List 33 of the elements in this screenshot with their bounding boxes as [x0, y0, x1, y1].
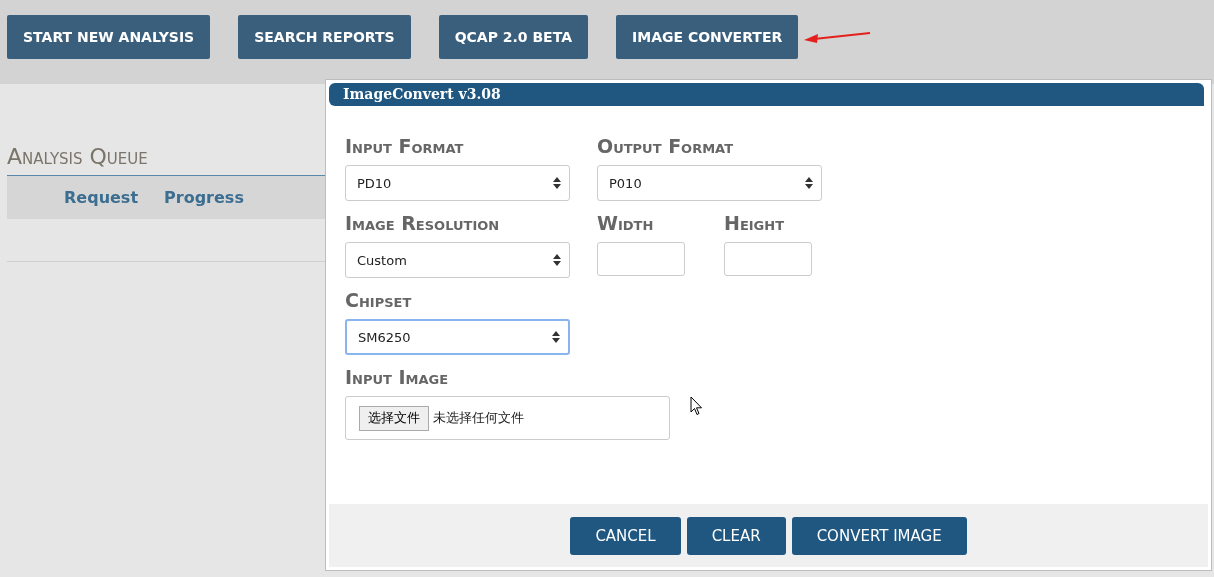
- sort-icon: [552, 331, 560, 343]
- field-label: Width: [597, 211, 655, 235]
- sort-icon: [553, 177, 561, 189]
- field-label: Input Format: [345, 134, 465, 158]
- nav-button[interactable]: START NEW ANALYSIS: [7, 15, 211, 59]
- select-field[interactable]: P010: [597, 165, 822, 201]
- choose-file-button[interactable]: 选择文件: [359, 405, 429, 431]
- field-label: Height: [724, 211, 786, 235]
- input-field[interactable]: [597, 242, 685, 276]
- file-field[interactable]: 选择文件 未选择任何文件: [345, 396, 670, 440]
- dialog-button[interactable]: CLEAR: [686, 516, 786, 555]
- file-status: 未选择任何文件: [433, 409, 524, 427]
- nav-button[interactable]: QCAP 2.0 BETA: [438, 15, 588, 59]
- field-label: Input Image: [345, 365, 450, 389]
- select-field[interactable]: Custom: [345, 242, 570, 278]
- sort-icon: [553, 254, 561, 266]
- field-label: Output Format: [597, 134, 735, 158]
- nav-button[interactable]: SEARCH REPORTS: [238, 15, 411, 59]
- cursor-icon: [690, 396, 703, 416]
- arrow-icon: [804, 30, 873, 44]
- sort-icon: [805, 177, 813, 189]
- select-field[interactable]: PD10: [345, 165, 570, 201]
- dialog-title: ImageConvert v3.08: [329, 83, 1204, 106]
- column-header[interactable]: Request: [64, 188, 139, 207]
- section-title: Analysis Queue: [7, 144, 148, 171]
- dialog-button[interactable]: CONVERT IMAGE: [791, 516, 967, 555]
- dialog-button[interactable]: CANCEL: [570, 516, 681, 555]
- field-label: Chipset: [345, 288, 413, 312]
- input-field[interactable]: [724, 242, 812, 276]
- field-label: Image Resolution: [345, 211, 501, 235]
- column-header[interactable]: Progress: [164, 188, 244, 207]
- nav-button[interactable]: IMAGE CONVERTER: [616, 15, 799, 59]
- select-field[interactable]: SM6250: [345, 319, 570, 355]
